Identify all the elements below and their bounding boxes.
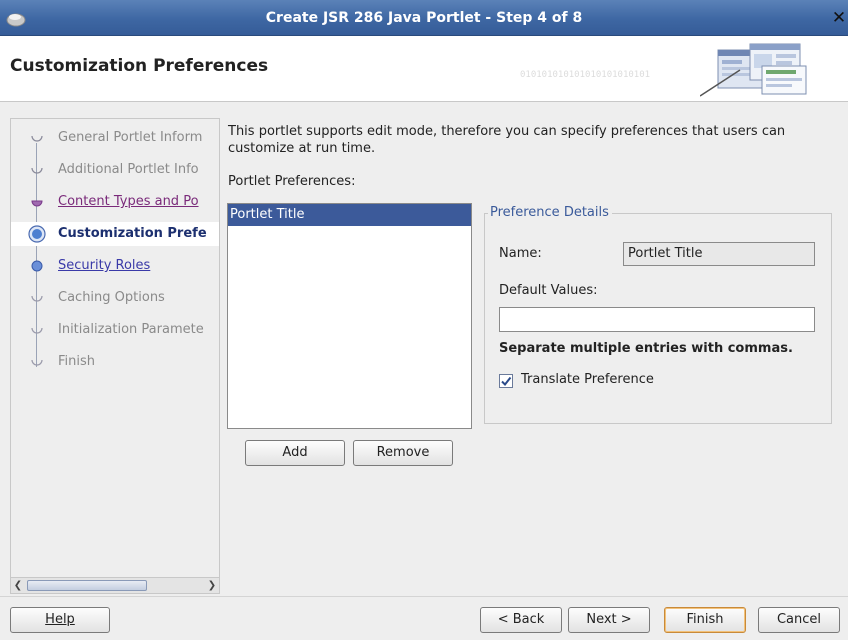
wizard-graphic-icon bbox=[700, 43, 807, 97]
checkmark-icon bbox=[501, 376, 512, 387]
back-button[interactable]: < Back bbox=[480, 607, 562, 633]
default-values-label: Default Values: bbox=[499, 283, 598, 298]
step-status-icon bbox=[31, 295, 43, 302]
step-status-icon bbox=[28, 225, 46, 243]
step-item[interactable]: Customization Prefe bbox=[11, 222, 219, 246]
default-values-input[interactable] bbox=[499, 307, 815, 332]
step-status-icon bbox=[31, 200, 43, 207]
scrollbar-thumb[interactable] bbox=[27, 580, 147, 591]
translate-preference-label: Translate Preference bbox=[521, 372, 654, 387]
separator-hint: Separate multiple entries with commas. bbox=[499, 341, 793, 356]
footer-divider bbox=[0, 596, 848, 597]
name-label: Name: bbox=[499, 246, 542, 261]
step-label: Security Roles bbox=[58, 258, 151, 273]
page-title: Customization Preferences bbox=[10, 56, 269, 76]
close-icon[interactable]: ✕ bbox=[830, 6, 848, 30]
step-status-icon bbox=[31, 260, 43, 272]
window-title: Create JSR 286 Java Portlet - Step 4 of … bbox=[265, 10, 583, 26]
scroll-left-icon[interactable]: ❮ bbox=[11, 578, 25, 593]
step-label: Additional Portlet Info bbox=[58, 162, 199, 177]
step-label: General Portlet Inform bbox=[58, 130, 203, 145]
step-item: Caching Options bbox=[11, 287, 219, 309]
step-label: Content Types and Po bbox=[58, 194, 199, 209]
step-label: Finish bbox=[58, 354, 96, 369]
help-label: Help bbox=[45, 612, 75, 627]
step-item: Finish bbox=[11, 351, 219, 373]
step-item: Initialization Paramete bbox=[11, 319, 219, 341]
name-field: Portlet Title bbox=[623, 242, 815, 266]
step-status-icon bbox=[31, 359, 43, 366]
step-status-icon bbox=[31, 135, 43, 142]
title-bar: Create JSR 286 Java Portlet - Step 4 of … bbox=[0, 0, 848, 36]
description-text: This portlet supports edit mode, therefo… bbox=[228, 124, 786, 156]
step-item[interactable]: Additional Portlet Info bbox=[11, 159, 219, 181]
step-item[interactable]: Security Roles bbox=[11, 255, 219, 277]
finish-button[interactable]: Finish bbox=[664, 607, 746, 633]
cancel-button[interactable]: Cancel bbox=[758, 607, 840, 633]
step-item[interactable]: General Portlet Inform bbox=[11, 127, 219, 149]
step-label: Caching Options bbox=[58, 290, 165, 305]
header-binary-decoration: 010101010101010101010101 bbox=[520, 70, 651, 80]
wizard-steps-panel: General Portlet Inform Additional Portlet… bbox=[10, 118, 220, 594]
next-button[interactable]: Next > bbox=[568, 607, 650, 633]
scroll-right-icon[interactable]: ❯ bbox=[205, 578, 219, 593]
preference-details-legend: Preference Details bbox=[488, 205, 612, 220]
step-label: Customization Prefe bbox=[58, 226, 207, 241]
step-status-icon bbox=[31, 167, 43, 174]
step-label: Initialization Paramete bbox=[58, 322, 204, 337]
steps-horizontal-scrollbar[interactable]: ❮ ❯ bbox=[11, 577, 219, 593]
portlet-preferences-label: Portlet Preferences: bbox=[228, 174, 356, 189]
wizard-header: Customization Preferences 01010101010101… bbox=[0, 36, 848, 102]
preferences-list[interactable]: Portlet Title bbox=[227, 203, 472, 429]
step-status-icon bbox=[31, 327, 43, 334]
help-button[interactable]: Help bbox=[10, 607, 110, 633]
translate-preference-checkbox[interactable] bbox=[499, 374, 513, 388]
remove-button[interactable]: Remove bbox=[353, 440, 453, 466]
list-item[interactable]: Portlet Title bbox=[228, 204, 471, 226]
add-button[interactable]: Add bbox=[245, 440, 345, 466]
step-item[interactable]: Content Types and Po bbox=[11, 191, 219, 213]
